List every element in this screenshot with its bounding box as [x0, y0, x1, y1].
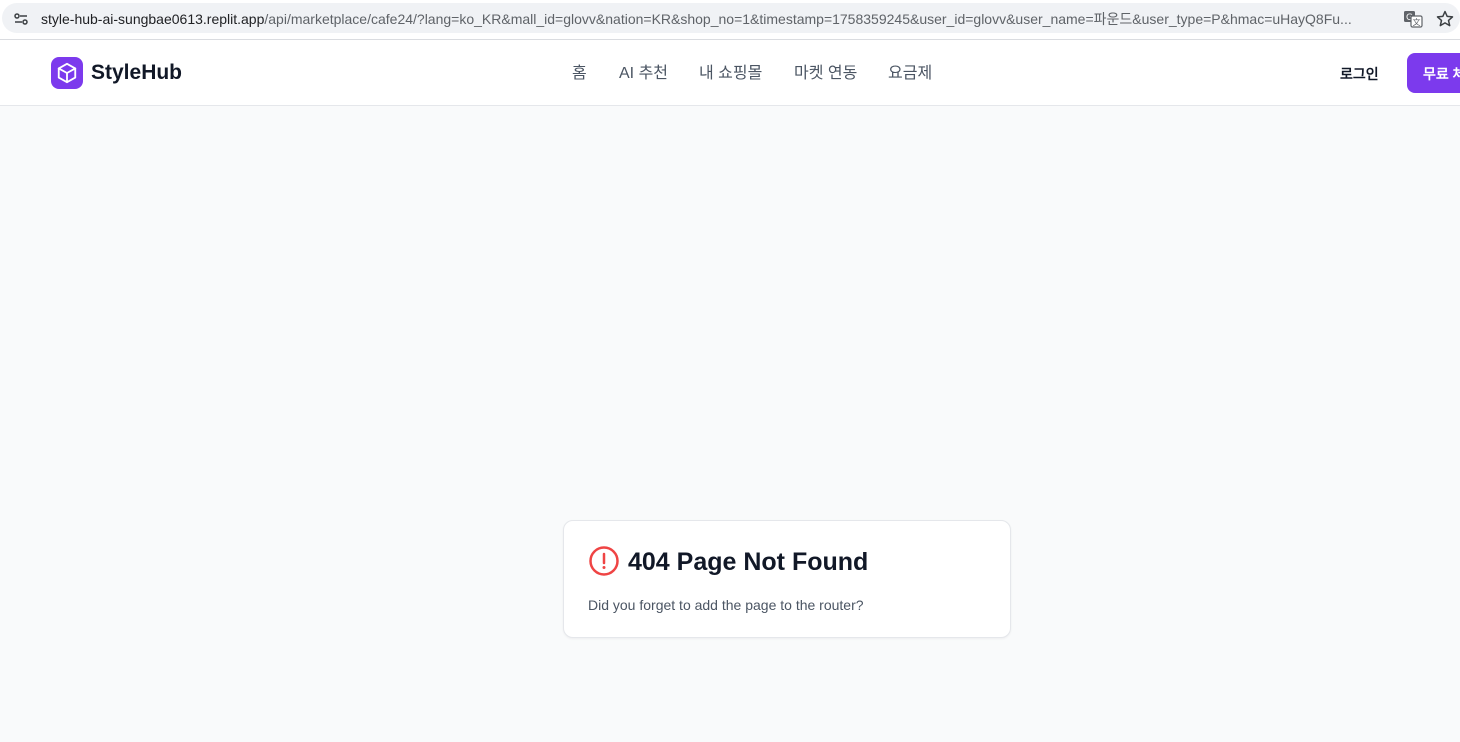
nav-ai-recommend[interactable]: AI 추천: [619, 64, 668, 84]
main-content: 404 Page Not Found Did you forget to add…: [0, 106, 1460, 742]
main-nav: 홈 AI 추천 내 쇼핑몰 마켓 연동 요금제: [0, 64, 1460, 84]
translate-icon[interactable]: G 文: [1403, 9, 1423, 29]
login-button[interactable]: 로그인: [1340, 65, 1379, 83]
error-message: Did you forget to add the page to the ro…: [588, 597, 864, 613]
browser-address-bar: style-hub-ai-sungbae0613.replit.app/api/…: [0, 0, 1460, 40]
nav-home[interactable]: 홈: [572, 64, 587, 84]
nav-pricing[interactable]: 요금제: [888, 64, 932, 84]
error-title: 404 Page Not Found: [628, 548, 869, 576]
url-path: /api/marketplace/cafe24/?lang=ko_KR&mall…: [264, 11, 1352, 27]
site-header: StyleHub 홈 AI 추천 내 쇼핑몰 마켓 연동 요금제 로그인 무료 …: [0, 41, 1460, 106]
site-info-icon[interactable]: [12, 10, 30, 28]
omnibox[interactable]: style-hub-ai-sungbae0613.replit.app/api/…: [2, 3, 1460, 33]
alert-circle-icon: [589, 546, 619, 576]
url-host: style-hub-ai-sungbae0613.replit.app: [41, 11, 265, 27]
url-text[interactable]: style-hub-ai-sungbae0613.replit.app/api/…: [41, 11, 1391, 27]
free-trial-button[interactable]: 무료 체: [1407, 53, 1460, 93]
nav-my-shop[interactable]: 내 쇼핑몰: [699, 64, 762, 84]
svg-text:文: 文: [1413, 17, 1421, 27]
star-icon[interactable]: [1435, 9, 1455, 29]
nav-market-link[interactable]: 마켓 연동: [794, 64, 857, 84]
not-found-card: 404 Page Not Found Did you forget to add…: [563, 520, 1011, 638]
